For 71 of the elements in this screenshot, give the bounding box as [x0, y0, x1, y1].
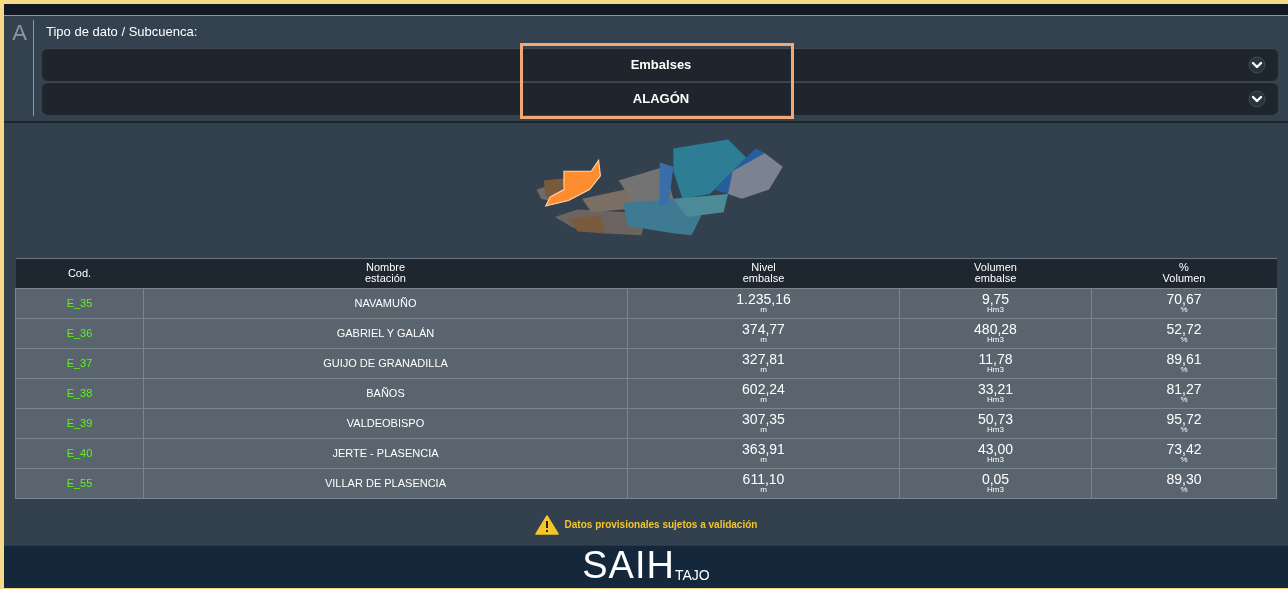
volume-unit: Hm3 [987, 336, 1004, 344]
level-value: 327,81 [741, 352, 786, 366]
station-name: BAÑOS [143, 378, 628, 408]
column-header: % Volumen [1091, 258, 1277, 288]
volume-value: 43,00 [976, 442, 1014, 456]
volume-unit: Hm3 [987, 456, 1004, 464]
level-value: 611,10 [741, 472, 786, 486]
station-name: JERTE - PLASENCIA [143, 438, 628, 468]
station-code[interactable]: E_40 [15, 438, 144, 468]
station-code[interactable]: E_39 [15, 408, 144, 438]
notice-text: Datos provisionales sujetos a validación [564, 518, 758, 532]
percent-unit: % [1180, 456, 1188, 464]
station-name: GABRIEL Y GALÁN [143, 318, 628, 348]
station-code[interactable]: E_35 [15, 288, 144, 318]
volume-value: 480,28 [973, 322, 1018, 336]
station-code[interactable]: E_38 [15, 378, 144, 408]
percent-unit: % [1180, 486, 1188, 494]
volume-unit: Hm3 [987, 486, 1004, 494]
volume-value: 9,75 [980, 292, 1011, 306]
logo-sub: TAJO [674, 567, 710, 582]
level-unit: m [760, 336, 767, 344]
chevron-down-icon [1248, 89, 1266, 108]
percent-value: 52,72 [1165, 322, 1203, 336]
level-unit: m [760, 396, 767, 404]
percent-unit: % [1180, 396, 1188, 404]
station-name: NAVAMUÑO [143, 288, 628, 318]
level-value: 1.235,16 [735, 292, 792, 306]
percent-value: 81,27 [1165, 382, 1203, 396]
column-header: Nivel embalse [627, 258, 900, 288]
level-unit: m [760, 426, 767, 434]
station-code[interactable]: E_36 [15, 318, 144, 348]
level-unit: m [760, 366, 767, 374]
percent-value: 89,61 [1165, 352, 1203, 366]
volume-unit: Hm3 [987, 396, 1004, 404]
volume-unit: Hm3 [987, 366, 1004, 374]
percent-value: 95,72 [1165, 412, 1203, 426]
station-code[interactable]: E_55 [15, 468, 144, 498]
percent-unit: % [1180, 366, 1188, 374]
level-value: 307,35 [741, 412, 786, 426]
column-header: Cod. [15, 258, 144, 288]
column-header: Volumen embalse [899, 258, 1092, 288]
level-unit: m [760, 456, 767, 464]
volume-value: 33,21 [976, 382, 1014, 396]
panel-letter: A [12, 20, 34, 116]
volume-value: 11,78 [977, 352, 1014, 366]
chevron-down-icon [1248, 55, 1266, 74]
volume-value: 0,05 [980, 472, 1011, 486]
station-name: VALDEOBISPO [143, 408, 628, 438]
station-code[interactable]: E_37 [15, 348, 144, 378]
level-value: 374,77 [741, 322, 786, 336]
volume-unit: Hm3 [987, 306, 1004, 314]
station-name: GUIJO DE GRANADILLA [143, 348, 628, 378]
percent-value: 70,67 [1165, 292, 1203, 306]
percent-value: 89,30 [1165, 472, 1203, 486]
percent-unit: % [1180, 336, 1188, 344]
dropdown-select[interactable]: Embalses [42, 47, 1278, 81]
volume-value: 50,73 [976, 412, 1014, 426]
column-header: Nombre estación [143, 258, 628, 288]
percent-unit: % [1180, 426, 1188, 434]
filter-label: Tipo de dato / Subcuenca: [45, 23, 199, 41]
warning-icon [534, 514, 559, 535]
percent-unit: % [1180, 306, 1188, 314]
station-name: VILLAR DE PLASENCIA [143, 468, 628, 498]
level-unit: m [760, 306, 767, 314]
level-value: 363,91 [741, 442, 786, 456]
level-unit: m [760, 486, 767, 494]
dropdown-select[interactable]: ALAGÓN [42, 81, 1278, 115]
logo-main: SAIH [582, 545, 675, 584]
level-value: 602,24 [741, 382, 786, 396]
percent-value: 73,42 [1165, 442, 1203, 456]
volume-unit: Hm3 [987, 426, 1004, 434]
